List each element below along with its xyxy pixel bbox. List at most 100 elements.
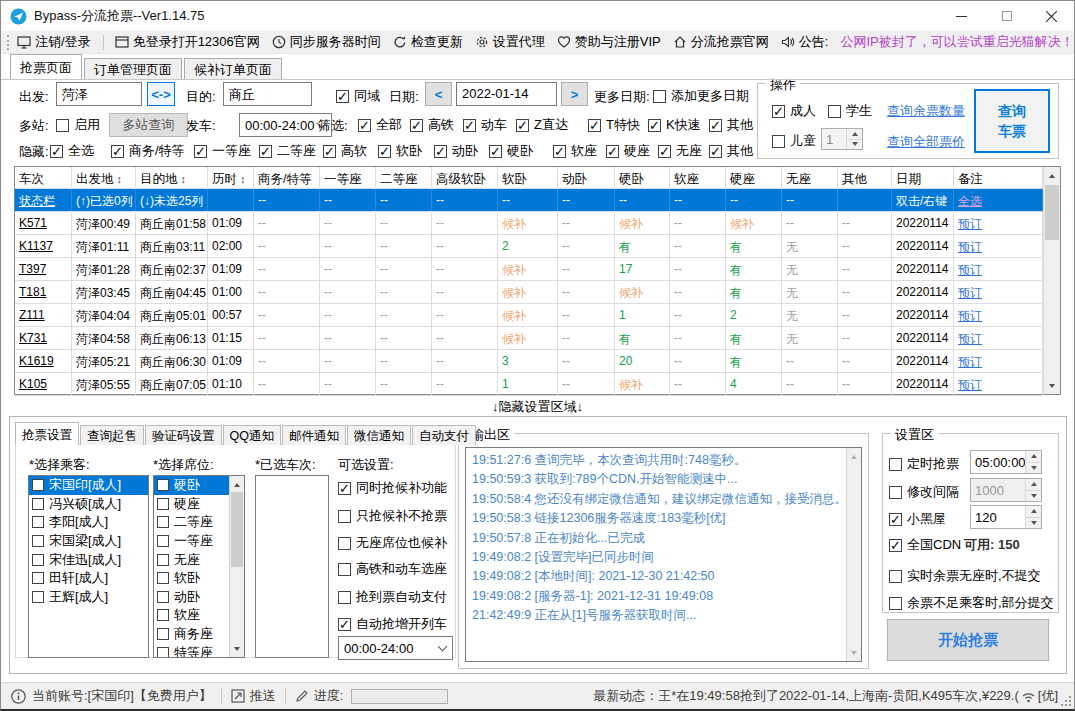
list-item[interactable]: 硬座: [154, 495, 231, 514]
book-link[interactable]: 预订: [958, 240, 982, 254]
settings-tab-QQ通知[interactable]: QQ通知: [223, 425, 281, 445]
column-header-无座[interactable]: 无座: [782, 167, 838, 188]
train-number-link[interactable]: K105: [19, 377, 47, 391]
setting-checkbox-余票不足乘客时,部分提交[interactable]: 余票不足乘客时,部分提交: [889, 594, 1054, 612]
column-header-硬卧[interactable]: 硬卧: [615, 167, 670, 188]
book-link[interactable]: 预订: [958, 309, 982, 323]
settings-tab-查询起售[interactable]: 查询起售: [80, 425, 144, 445]
setting-checkbox-小黑屋[interactable]: ✓小黑屋: [889, 510, 946, 528]
train-number-link[interactable]: K1619: [19, 354, 54, 368]
tab-订单管理页面[interactable]: 订单管理页面: [84, 58, 182, 79]
book-link[interactable]: 预订: [958, 263, 982, 277]
swap-stations-button[interactable]: <->: [147, 82, 175, 106]
menu-item-sync-server-time[interactable]: 同步服务器时间: [272, 33, 381, 51]
list-item[interactable]: 软座: [154, 606, 231, 625]
setting-spinner-定时抢票[interactable]: 05:00:00: [970, 450, 1042, 474]
filter-checkbox-全部[interactable]: ✓全部: [358, 116, 402, 134]
spinner-down[interactable]: [847, 140, 862, 150]
menu-item-announcement[interactable]: 公告:: [781, 33, 829, 51]
add-more-dates-checkbox[interactable]: 添加更多日期: [653, 87, 749, 105]
train-number-link[interactable]: T181: [19, 285, 46, 299]
book-link[interactable]: 预订: [958, 355, 982, 369]
list-item[interactable]: 田轩[成人]: [29, 569, 148, 588]
filter-checkbox-T特快[interactable]: ✓T特快: [588, 116, 640, 134]
menu-item-check-update[interactable]: 检查更新: [393, 33, 463, 51]
list-item[interactable]: 无座: [154, 550, 231, 569]
seat-listbox[interactable]: 硬卧硬座二等座一等座无座软卧动卧软座商务座特等座: [153, 475, 245, 658]
hide-checkbox-软座[interactable]: ✓软座: [553, 142, 597, 160]
scroll-up-arrow[interactable]: [230, 476, 244, 493]
spinner-down[interactable]: [1026, 491, 1041, 502]
column-header-目的地[interactable]: 目的地↕: [136, 167, 208, 188]
scroll-down-arrow[interactable]: [1044, 377, 1060, 394]
settings-tab-抢票设置[interactable]: 抢票设置: [15, 422, 79, 445]
hide-checkbox-二等座[interactable]: ✓二等座: [259, 142, 316, 160]
train-row[interactable]: K1137菏泽01:11商丘南03:1102:00--------2--有--有…: [15, 235, 1043, 258]
spinner-arrows[interactable]: [1025, 451, 1041, 473]
status-row[interactable]: 状态栏(↑)已选0列(↓)未选25列--------------------双击…: [15, 189, 1043, 212]
column-header-动卧[interactable]: 动卧: [558, 167, 615, 188]
book-link[interactable]: 预订: [958, 286, 982, 300]
list-item[interactable]: 特等座: [154, 643, 231, 658]
hide-checkbox-动卧[interactable]: ✓动卧: [434, 142, 478, 160]
column-header-二等座[interactable]: 二等座: [376, 167, 432, 188]
column-header-软座[interactable]: 软座: [670, 167, 726, 188]
push-label[interactable]: 推送: [250, 687, 276, 705]
option-checkbox-自动抢增开列车[interactable]: ✓自动抢增开列车: [338, 615, 447, 633]
menu-item-sponsor-vip[interactable]: 赞助与注册VIP: [557, 33, 661, 51]
log-scrollbar[interactable]: [846, 448, 861, 661]
filter-checkbox-动车[interactable]: ✓动车: [463, 116, 507, 134]
column-header-硬座[interactable]: 硬座: [726, 167, 782, 188]
settings-tab-自动支付[interactable]: 自动支付: [412, 425, 476, 445]
column-header-其他[interactable]: 其他: [838, 167, 892, 188]
spinner-up[interactable]: [1026, 479, 1041, 491]
column-header-历时[interactable]: 历时↕: [208, 167, 254, 188]
scroll-down-arrow[interactable]: [847, 644, 861, 661]
setting-spinner-小黑屋[interactable]: 120: [970, 505, 1042, 529]
hide-checkbox-软卧[interactable]: ✓软卧: [378, 142, 422, 160]
settings-tab-微信通知[interactable]: 微信通知: [347, 425, 411, 445]
spinner-up[interactable]: [1026, 506, 1041, 518]
train-row[interactable]: T181菏泽03:45商丘南04:4501:00--------候补--候补--…: [15, 281, 1043, 304]
child-count-spinner[interactable]: 1: [821, 128, 863, 150]
list-item[interactable]: 宋佳迅[成人]: [29, 550, 148, 569]
start-grabbing-button[interactable]: 开始抢票: [887, 619, 1049, 661]
menu-item-set-proxy[interactable]: 设置代理: [475, 33, 545, 51]
book-link[interactable]: 预订: [958, 332, 982, 346]
next-date-button[interactable]: >: [561, 82, 588, 106]
depart-input[interactable]: 菏泽: [56, 82, 142, 106]
options-time-range-select[interactable]: 00:00-24:00: [338, 636, 453, 660]
train-number-link[interactable]: T397: [19, 262, 46, 276]
list-item[interactable]: 软卧: [154, 569, 231, 588]
filter-checkbox-其他[interactable]: ✓其他: [709, 116, 753, 134]
list-item[interactable]: 二等座: [154, 513, 231, 532]
book-link[interactable]: 预订: [958, 217, 982, 231]
spinner-down[interactable]: [1026, 518, 1041, 529]
dest-input[interactable]: 商丘: [223, 82, 312, 106]
setting-spinner-修改间隔[interactable]: 1000: [970, 478, 1042, 502]
resize-grip[interactable]: [1061, 696, 1071, 706]
list-item[interactable]: 宋国梁[成人]: [29, 532, 148, 551]
list-item[interactable]: 动卧: [154, 588, 231, 607]
output-log[interactable]: 19:51:27:6 查询完毕，本次查询共用时:748毫秒。19:50:59:3…: [465, 447, 862, 662]
query-remaining-link[interactable]: 查询余票数量: [887, 102, 965, 120]
train-row[interactable]: K105菏泽05:55商丘南07:0501:10--------1--候补--4…: [15, 373, 1043, 396]
hide-checkbox-无座[interactable]: ✓无座: [658, 142, 702, 160]
setting-checkbox-修改间隔[interactable]: 修改间隔: [889, 483, 959, 501]
menu-item-logout[interactable]: 注销/登录: [17, 33, 91, 51]
query-tickets-button[interactable]: 查询 车票: [974, 89, 1050, 153]
multi-station-query-button[interactable]: 多站查询: [109, 113, 188, 137]
filter-checkbox-K快速[interactable]: ✓K快速: [648, 116, 701, 134]
filter-checkbox-Z直达[interactable]: ✓Z直达: [516, 116, 568, 134]
train-row[interactable]: Z111菏泽04:04商丘南05:0100:57--------候补--1--2…: [15, 304, 1043, 327]
column-header-备注[interactable]: 备注: [954, 167, 1043, 188]
hide-checkbox-商务/特等[interactable]: ✓商务/特等: [111, 142, 185, 160]
option-checkbox-抢到票自动支付[interactable]: 抢到票自动支付: [338, 588, 447, 606]
spinner-up[interactable]: [847, 129, 862, 140]
scroll-down-arrow[interactable]: [230, 640, 244, 657]
list-item[interactable]: 李阳[成人]: [29, 513, 148, 532]
prev-date-button[interactable]: <: [425, 82, 452, 106]
list-item[interactable]: 王辉[成人]: [29, 588, 148, 607]
student-checkbox[interactable]: 学生: [828, 102, 872, 120]
train-number-link[interactable]: Z111: [19, 308, 45, 322]
